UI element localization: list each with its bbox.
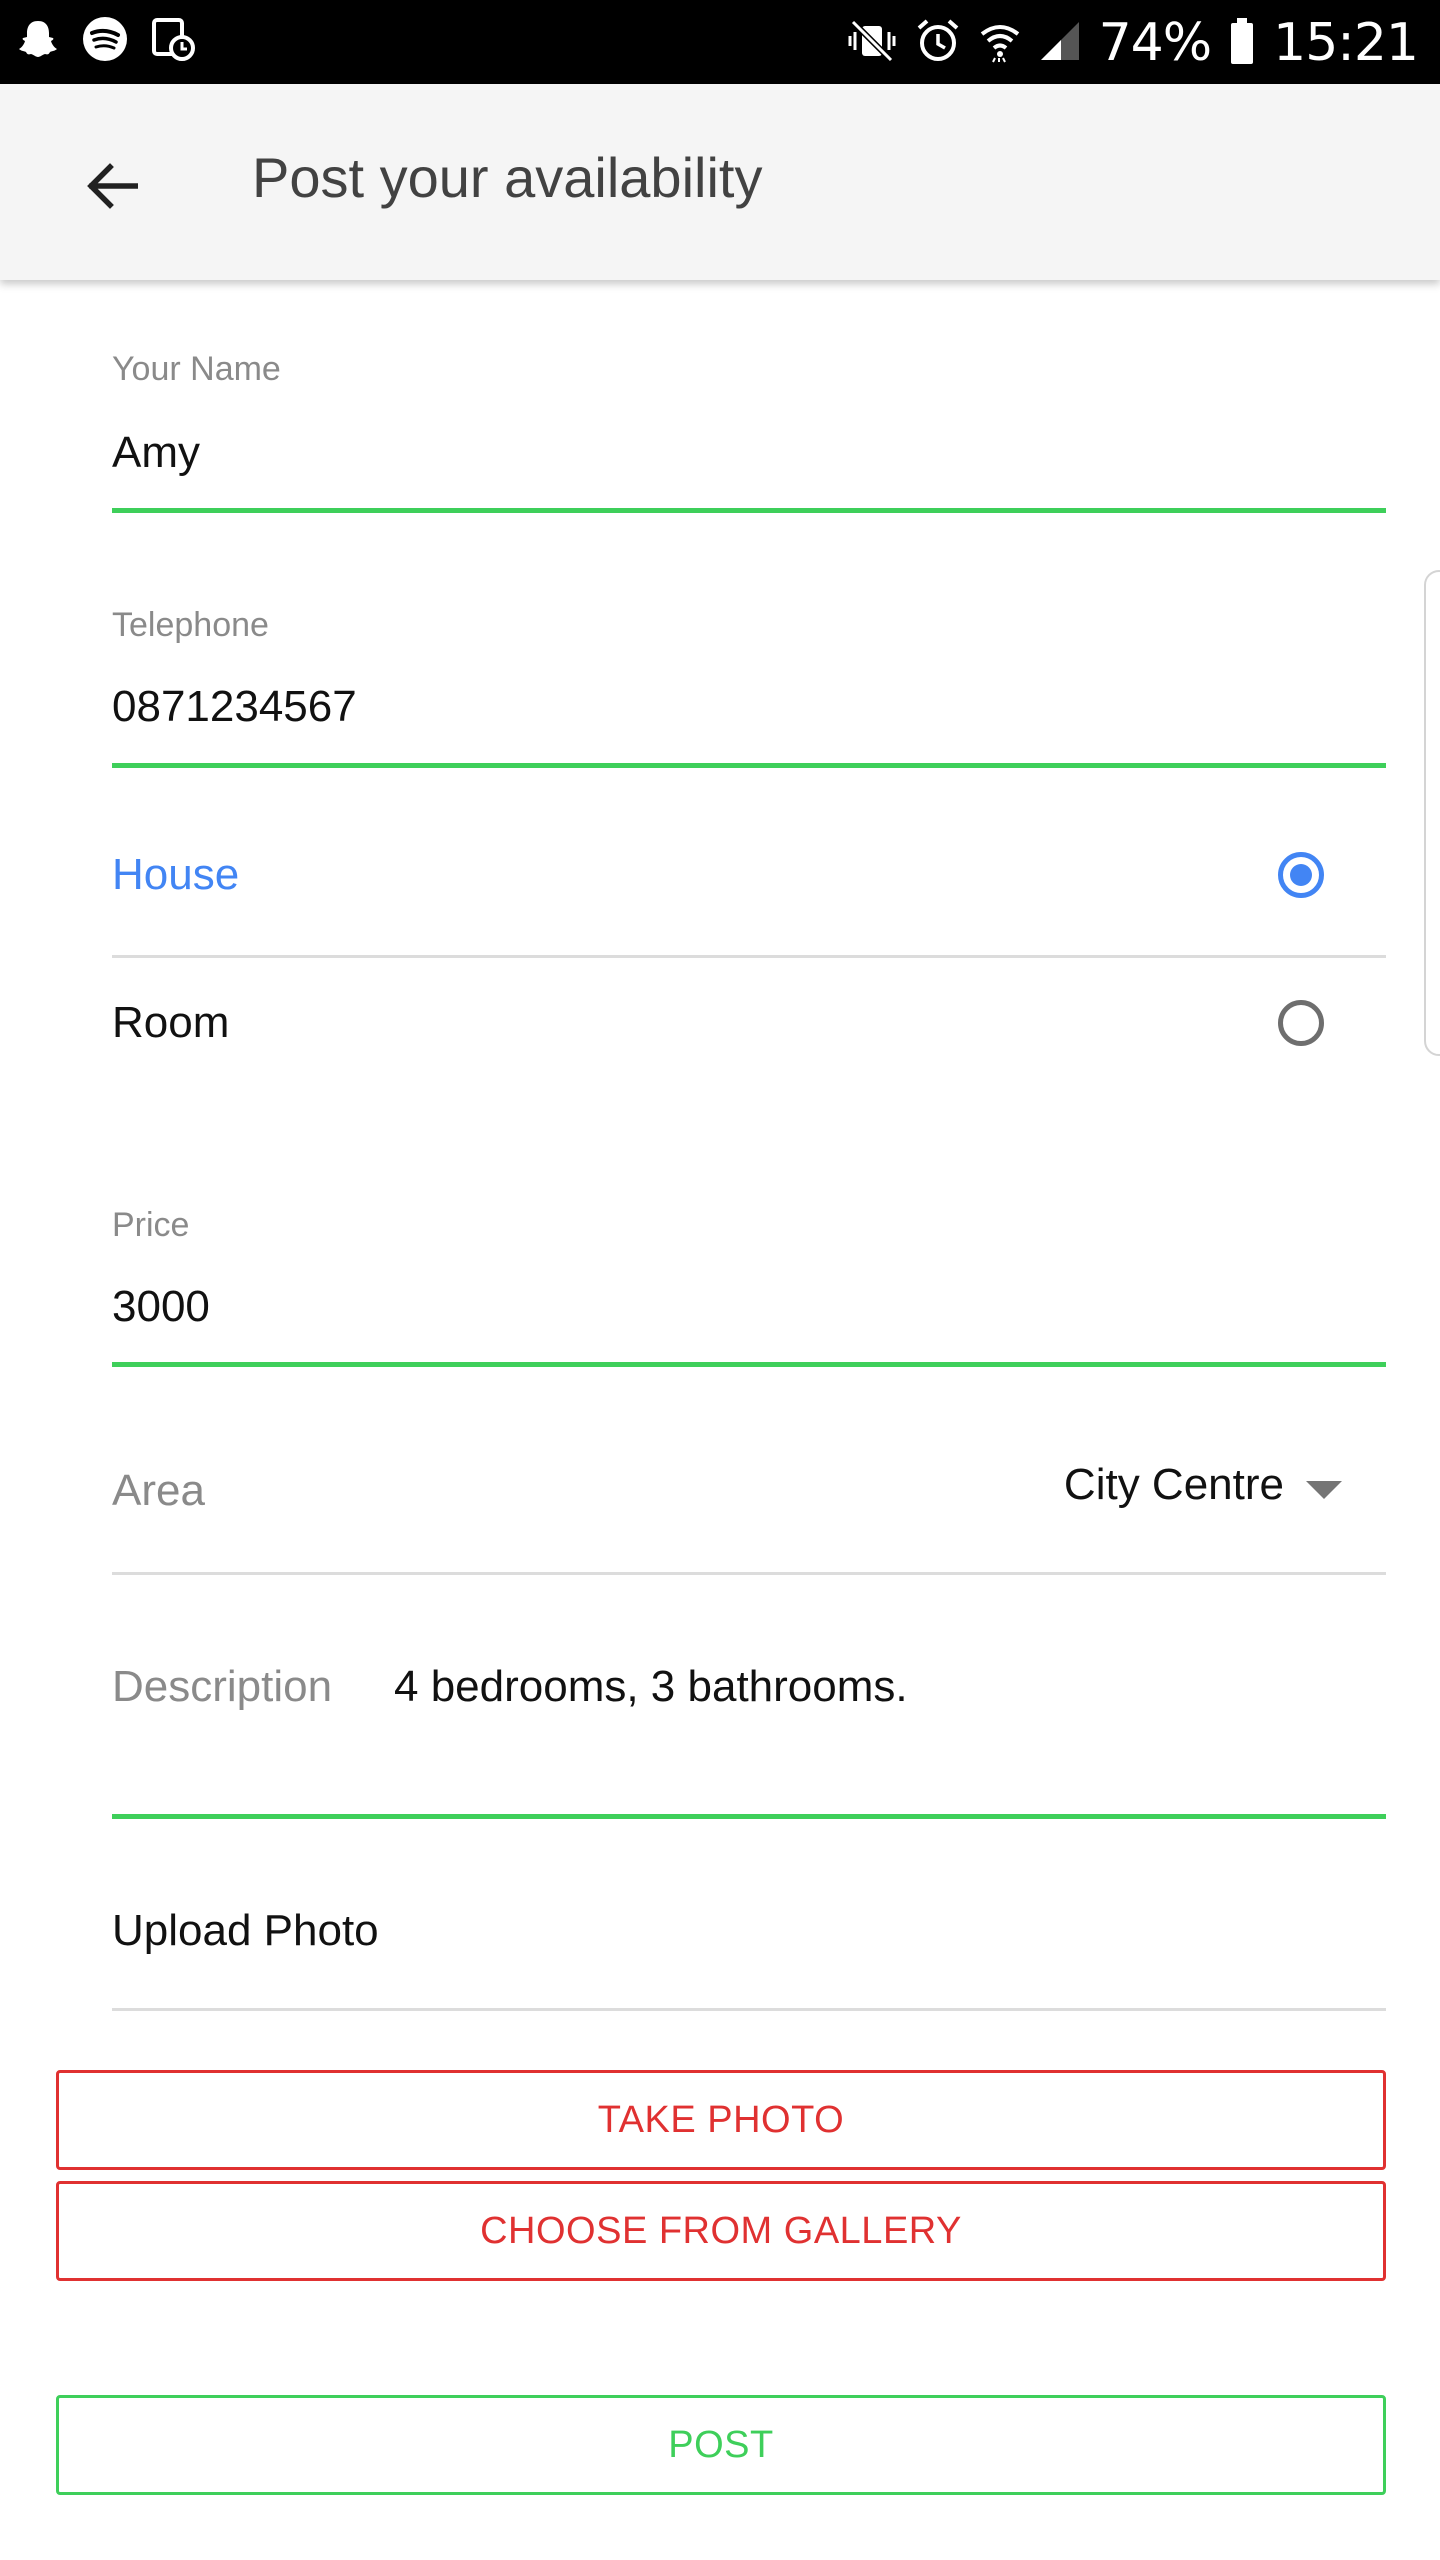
edge-panel-handle[interactable] — [1424, 570, 1440, 1056]
description-underline — [112, 1814, 1386, 1819]
telephone-field[interactable] — [112, 682, 1382, 732]
area-selected-value: City Centre — [1063, 1460, 1284, 1509]
post-button[interactable]: POST — [56, 2395, 1386, 2495]
spotify-icon — [82, 16, 128, 67]
area-label: Area — [112, 1466, 205, 1515]
battery-icon — [1229, 17, 1255, 70]
price-field[interactable] — [112, 1282, 1382, 1332]
radio-room[interactable]: Room — [112, 970, 1386, 1090]
price-underline — [112, 1362, 1386, 1367]
radio-room-label: Room — [112, 998, 230, 1047]
vibrate-off-icon — [847, 18, 897, 69]
radio-house[interactable]: House — [112, 822, 1386, 942]
page-title: Post your availability — [252, 146, 763, 209]
notification-icons — [16, 16, 196, 67]
clock: 15:21 — [1273, 13, 1419, 73]
back-button[interactable] — [62, 138, 162, 238]
status-bar: 74% 15:21 — [0, 0, 1440, 84]
price-label: Price — [112, 1206, 190, 1244]
screenshot-icon — [150, 16, 196, 67]
divider — [112, 1572, 1386, 1575]
dropdown-arrow-icon — [1306, 1481, 1342, 1499]
name-label: Your Name — [112, 350, 281, 388]
wifi-icon — [979, 18, 1021, 69]
area-dropdown[interactable]: City Centre — [1064, 1460, 1342, 1510]
radio-house-label: House — [112, 850, 240, 899]
choose-from-gallery-button[interactable]: CHOOSE FROM GALLERY — [56, 2181, 1386, 2281]
telephone-label: Telephone — [112, 606, 269, 644]
name-underline — [112, 508, 1386, 513]
telephone-underline — [112, 763, 1386, 768]
description-label: Description — [112, 1662, 333, 1711]
system-status: 74% 15:21 — [847, 8, 1419, 78]
take-photo-button[interactable]: TAKE PHOTO — [56, 2070, 1386, 2170]
battery-percent: 74% — [1098, 13, 1213, 73]
radio-unchecked-icon[interactable] — [1278, 1000, 1324, 1046]
area-select-row: Area City Centre — [112, 1440, 1386, 1570]
radio-checked-icon[interactable] — [1278, 852, 1324, 898]
upload-photo-label: Upload Photo — [112, 1906, 379, 1955]
description-field[interactable]: 4 bedrooms, 3 bathrooms. — [394, 1662, 908, 1712]
divider — [112, 2008, 1386, 2011]
arrow-back-icon — [86, 162, 139, 214]
alarm-icon — [915, 18, 961, 69]
divider — [112, 955, 1386, 958]
name-field[interactable] — [112, 428, 1382, 478]
signal-icon — [1039, 18, 1081, 69]
app-bar: Post your availability — [0, 84, 1440, 280]
snapchat-icon — [16, 17, 60, 66]
